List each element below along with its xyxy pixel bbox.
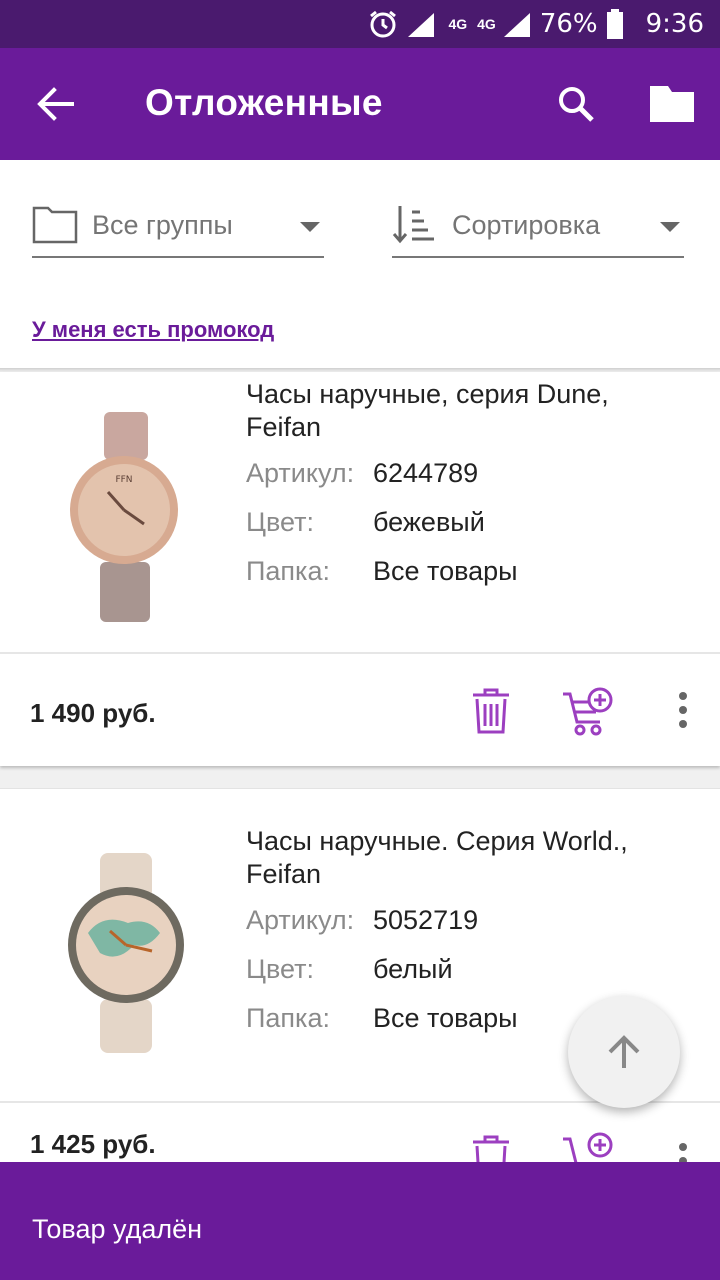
product-image[interactable] — [48, 853, 208, 1063]
scroll-to-top-button[interactable] — [568, 996, 680, 1108]
groups-dropdown-label: Все группы — [92, 210, 233, 240]
page-title: Отложенные — [145, 82, 383, 123]
alarm-icon — [370, 10, 397, 38]
color-value: белый — [373, 954, 453, 984]
sort-dropdown[interactable]: Сортировка — [392, 200, 684, 258]
battery-icon — [606, 9, 623, 39]
network-type-label: 4G — [477, 16, 496, 32]
folder-label: Папка: — [246, 1003, 330, 1033]
folder-icon — [650, 86, 694, 122]
snackbar-message: Товар удалён — [32, 1214, 203, 1244]
product-card[interactable]: Часы наручные. Серия World., Feifan Арти… — [0, 788, 720, 1181]
product-name[interactable]: Часы наручные. Серия World., Feifan — [246, 825, 686, 891]
product-article-row: Артикул: 5052719 — [246, 905, 478, 936]
folder-value: Все товары — [373, 556, 518, 586]
snackbar: Товар удалён — [0, 1162, 720, 1280]
folder-outline-icon — [32, 206, 78, 244]
folder-label: Папка: — [246, 556, 330, 586]
more-vertical-icon — [679, 692, 687, 728]
folder-value: Все товары — [373, 1003, 518, 1033]
trash-icon — [473, 688, 509, 734]
signal-icon — [408, 13, 435, 37]
status-bar: 4G 4G 76% 9:36 — [0, 0, 720, 48]
arrow-up-icon — [608, 1035, 640, 1068]
product-price: 1 490 руб. — [30, 698, 156, 728]
product-article-row: Артикул: 6244789 — [246, 458, 478, 489]
promo-code-link[interactable]: У меня есть промокод — [32, 317, 274, 343]
product-folder-row: Папка: Все товары — [246, 556, 518, 587]
app-bar: Отложенные — [0, 48, 720, 160]
network-type-label: 4G — [448, 16, 468, 32]
dropdown-arrow-icon — [300, 222, 320, 232]
sort-icon — [392, 206, 434, 244]
groups-dropdown[interactable]: Все группы — [32, 200, 324, 258]
dropdown-arrow-icon — [660, 222, 680, 232]
filter-panel: Все группы Сортировка У меня есть промок… — [0, 160, 720, 368]
article-label: Артикул: — [246, 905, 355, 935]
sort-dropdown-label: Сортировка — [452, 210, 601, 240]
back-button[interactable] — [28, 76, 84, 132]
color-label: Цвет: — [246, 954, 315, 984]
product-folder-row: Папка: Все товары — [246, 1003, 518, 1034]
watch-image-icon: FFN — [70, 412, 178, 622]
clock: 9:36 — [645, 9, 704, 39]
more-options-button[interactable] — [672, 690, 694, 730]
search-button[interactable] — [548, 76, 604, 132]
watch-image-icon — [68, 853, 184, 1053]
product-price: 1 425 руб. — [30, 1129, 156, 1159]
color-label: Цвет: — [246, 507, 315, 537]
svg-text:FFN: FFN — [115, 475, 132, 485]
divider — [0, 652, 720, 654]
add-to-cart-button[interactable] — [562, 686, 614, 736]
status-icons: 4G 4G 76% 9:36 — [368, 0, 704, 48]
arrow-back-icon — [37, 87, 74, 121]
cart-add-icon — [563, 687, 613, 736]
article-value: 6244789 — [373, 458, 479, 488]
article-value: 5052719 — [373, 905, 479, 935]
product-card[interactable]: FFN Часы наручные, серия Dune, Feifan Ар… — [0, 372, 720, 766]
article-label: Артикул: — [246, 458, 355, 488]
folder-button[interactable] — [640, 76, 704, 132]
product-color-row: Цвет: бежевый — [246, 507, 485, 538]
delete-button[interactable] — [470, 688, 512, 734]
product-name[interactable]: Часы наручные, серия Dune, Feifan — [246, 378, 686, 444]
signal-icon — [503, 13, 530, 37]
product-color-row: Цвет: белый — [246, 954, 453, 985]
color-value: бежевый — [373, 507, 485, 537]
search-icon — [559, 87, 594, 122]
product-image[interactable]: FFN — [48, 412, 208, 622]
battery-percent: 76% — [539, 9, 598, 39]
